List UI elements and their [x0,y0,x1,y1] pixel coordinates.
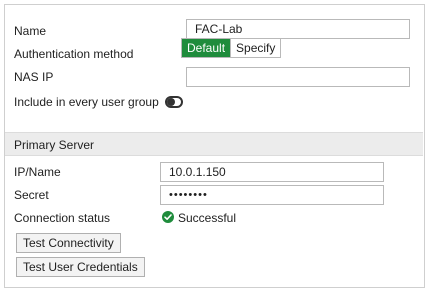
auth-default-option[interactable]: Default [182,39,231,57]
include-group-toggle-switch[interactable] [165,96,183,108]
include-group-label: Include in every user group [14,95,159,109]
test-connectivity-button[interactable]: Test Connectivity [16,233,121,253]
name-input[interactable] [186,19,410,39]
nas-ip-input[interactable] [186,67,410,87]
name-label: Name [14,24,47,38]
secret-label: Secret [14,188,49,202]
secret-input[interactable] [160,185,384,205]
ip-name-input[interactable] [160,162,384,182]
toggle-knob-icon [167,98,175,106]
check-circle-icon [162,211,174,223]
connection-status-label: Connection status [14,211,111,225]
primary-server-title: Primary Server [14,138,95,152]
ip-name-label: IP/Name [14,165,61,179]
auth-specify-option[interactable]: Specify [230,39,281,57]
nas-ip-label: NAS IP [14,70,54,84]
test-user-credentials-button[interactable]: Test User Credentials [16,257,145,277]
auth-method-toggle: Default Specify [181,38,282,58]
connection-status-value: Successful [178,211,237,225]
auth-method-label: Authentication method [14,47,134,61]
